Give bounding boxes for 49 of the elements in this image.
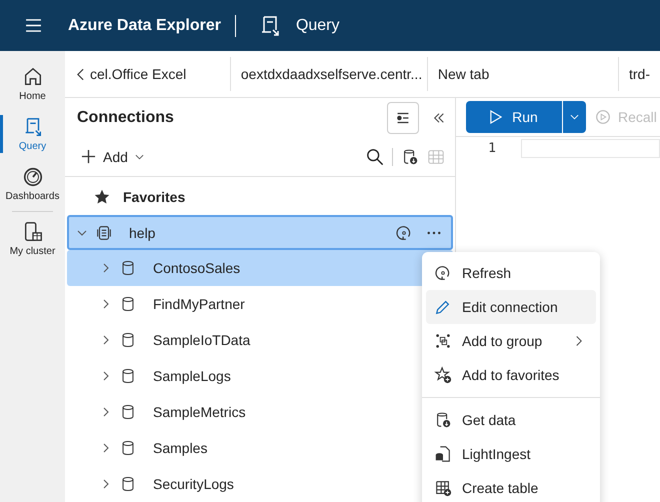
tab[interactable]: cel.Office Excel	[65, 57, 231, 91]
panel-title: Connections	[77, 108, 175, 127]
play-circle-icon	[594, 108, 612, 126]
nav-item[interactable]: My cluster	[0, 214, 65, 264]
run-button[interactable]: Run	[466, 101, 562, 133]
play-icon	[490, 110, 502, 124]
more-icon[interactable]	[427, 230, 441, 234]
toggle-view-button[interactable]	[387, 102, 419, 134]
plus-icon	[81, 149, 96, 164]
tab[interactable]: trd-	[619, 57, 660, 91]
chevron-right-icon[interactable]	[101, 335, 111, 345]
group-icon	[434, 332, 452, 350]
chevron-right-icon[interactable]	[101, 407, 111, 417]
nav-item[interactable]: Home	[0, 59, 65, 109]
search-icon[interactable]	[366, 148, 384, 166]
favorites-label[interactable]: Favorites	[123, 189, 186, 205]
chevron-right-icon[interactable]	[101, 371, 111, 381]
file-database-icon	[434, 445, 452, 463]
refresh-icon	[434, 264, 452, 282]
chevron-right-icon[interactable]	[101, 263, 111, 273]
cluster-row[interactable]: help	[67, 215, 453, 250]
caret-icon	[570, 114, 579, 120]
nav-item[interactable]: Dashboards	[0, 159, 65, 209]
star-icon	[93, 188, 111, 206]
add-button[interactable]: Add	[81, 148, 144, 165]
chevron-right-icon[interactable]	[101, 299, 111, 309]
refresh-icon[interactable]	[395, 224, 413, 242]
table-add-icon	[434, 479, 452, 497]
nav-item[interactable]: Query	[0, 109, 65, 159]
line-number: 1	[487, 141, 496, 156]
database-row[interactable]: ContosoSales	[67, 250, 453, 286]
caret-icon	[134, 154, 144, 160]
app-title: Azure Data Explorer	[68, 16, 221, 34]
menu-icon[interactable]	[25, 19, 42, 32]
menu-item[interactable]: Edit connection	[426, 290, 596, 324]
database-download-icon[interactable]	[401, 148, 419, 166]
gauge-icon	[22, 166, 44, 188]
tab[interactable]: New tab	[428, 57, 619, 91]
tab[interactable]: oextdxdaadxselfserve.centr...	[230, 57, 428, 91]
pencil-icon	[434, 298, 452, 316]
chevron-right-icon[interactable]	[101, 443, 111, 453]
section-title: Query	[296, 16, 340, 34]
chevron-right-icon[interactable]	[101, 479, 111, 489]
chevron-down-icon[interactable]	[77, 228, 87, 238]
collapse-icon[interactable]	[433, 112, 445, 124]
star-add-icon	[434, 366, 452, 384]
chevron-left-icon[interactable]	[77, 68, 84, 80]
server-icon	[95, 224, 113, 242]
database-download-icon	[434, 411, 452, 429]
